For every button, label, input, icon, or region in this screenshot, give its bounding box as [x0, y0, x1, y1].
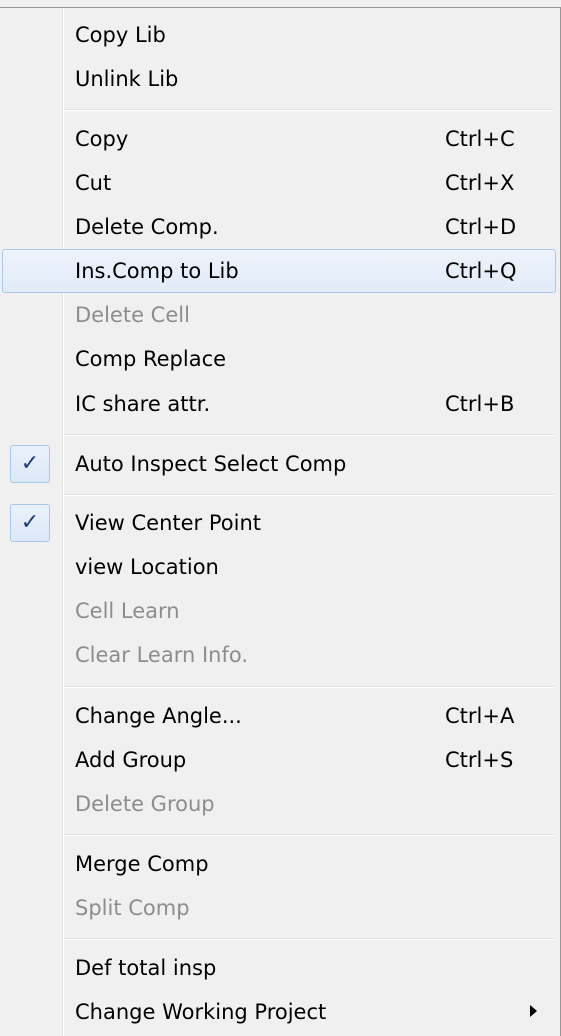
- menu-item-add-group[interactable]: Add Group Ctrl+S: [2, 738, 556, 782]
- menu-item-shortcut: Ctrl+D: [445, 215, 517, 239]
- menu-separator: [64, 686, 554, 688]
- menu-item-shortcut: Ctrl+B: [445, 392, 515, 416]
- menu-item-label: Ins.Comp to Lib: [75, 259, 239, 283]
- menu-item-split-comp: Split Comp: [2, 886, 556, 930]
- menu-item-label: Split Comp: [75, 896, 190, 920]
- menu-item-shortcut: Ctrl+C: [445, 127, 515, 151]
- menu-item-cell-learn: Cell Learn: [2, 589, 556, 633]
- checkmark-box: ✓: [10, 445, 50, 483]
- menu-item-label: Comp Replace: [75, 347, 227, 371]
- menu-item-label: Copy: [75, 127, 129, 151]
- menu-item-delete-group: Delete Group: [2, 782, 556, 826]
- context-menu: Copy Lib Unlink Lib Copy Ctrl+C Cut Ctrl…: [0, 7, 561, 1036]
- menu-item-shortcut: Ctrl+X: [445, 171, 515, 195]
- menu-item-comp-replace[interactable]: Comp Replace: [2, 337, 556, 381]
- menu-separator: [64, 434, 554, 436]
- menu-item-label: Change Angle...: [75, 704, 242, 728]
- menu-item-label: Change Working Project: [75, 1000, 327, 1024]
- menu-item-unlink-lib[interactable]: Unlink Lib: [2, 57, 556, 101]
- menu-separator: [64, 109, 554, 111]
- menu-item-copy[interactable]: Copy Ctrl+C: [2, 117, 556, 161]
- menu-item-label: View Center Point: [75, 511, 262, 535]
- menu-item-shortcut: Ctrl+A: [445, 704, 515, 728]
- menu-item-auto-inspect-select-comp[interactable]: ✓ Auto Inspect Select Comp: [2, 442, 556, 486]
- menu-item-change-angle[interactable]: Change Angle... Ctrl+A: [2, 694, 556, 738]
- menu-item-cut[interactable]: Cut Ctrl+X: [2, 161, 556, 205]
- menu-item-clear-learn-info: Clear Learn Info.: [2, 633, 556, 677]
- menu-item-label: Unlink Lib: [75, 67, 179, 91]
- check-icon: ✓: [20, 510, 40, 535]
- menu-item-label: Add Group: [75, 748, 187, 772]
- menu-item-def-total-insp[interactable]: Def total insp: [2, 946, 556, 990]
- checkmark-box: ✓: [10, 504, 50, 542]
- menu-item-ic-share-attr[interactable]: IC share attr. Ctrl+B: [2, 382, 556, 426]
- menu-item-label: Delete Comp.: [75, 215, 219, 239]
- menu-item-label: Cut: [75, 171, 112, 195]
- menu-item-label: Auto Inspect Select Comp: [75, 452, 347, 476]
- menu-item-label: Clear Learn Info.: [75, 643, 249, 667]
- menu-item-delete-comp[interactable]: Delete Comp. Ctrl+D: [2, 205, 556, 249]
- menu-item-copy-lib[interactable]: Copy Lib: [2, 13, 556, 57]
- menu-item-change-working-project[interactable]: Change Working Project: [2, 990, 556, 1034]
- menu-item-ins-comp-to-lib[interactable]: Ins.Comp to Lib Ctrl+Q: [2, 249, 556, 293]
- menu-item-view-location[interactable]: view Location: [2, 545, 556, 589]
- menu-item-label: Delete Group: [75, 792, 215, 816]
- menu-item-label: Copy Lib: [75, 23, 166, 47]
- menu-item-view-center-point[interactable]: ✓ View Center Point: [2, 501, 556, 545]
- menu-item-shortcut: Ctrl+Q: [445, 259, 517, 283]
- submenu-arrow-icon: [530, 1005, 537, 1017]
- menu-item-label: IC share attr.: [75, 392, 211, 416]
- menu-separator: [64, 938, 554, 940]
- menu-item-shortcut: Ctrl+S: [445, 748, 514, 772]
- menu-item-label: Delete Cell: [75, 303, 190, 327]
- menu-separator: [64, 834, 554, 836]
- menu-item-delete-cell: Delete Cell: [2, 293, 556, 337]
- menu-item-label: Cell Learn: [75, 599, 180, 623]
- menu-item-label: Def total insp: [75, 956, 217, 980]
- menu-item-merge-comp[interactable]: Merge Comp: [2, 842, 556, 886]
- check-icon: ✓: [20, 451, 40, 476]
- menu-item-label: Merge Comp: [75, 852, 209, 876]
- menu-item-label: view Location: [75, 555, 219, 579]
- menu-separator: [64, 494, 554, 496]
